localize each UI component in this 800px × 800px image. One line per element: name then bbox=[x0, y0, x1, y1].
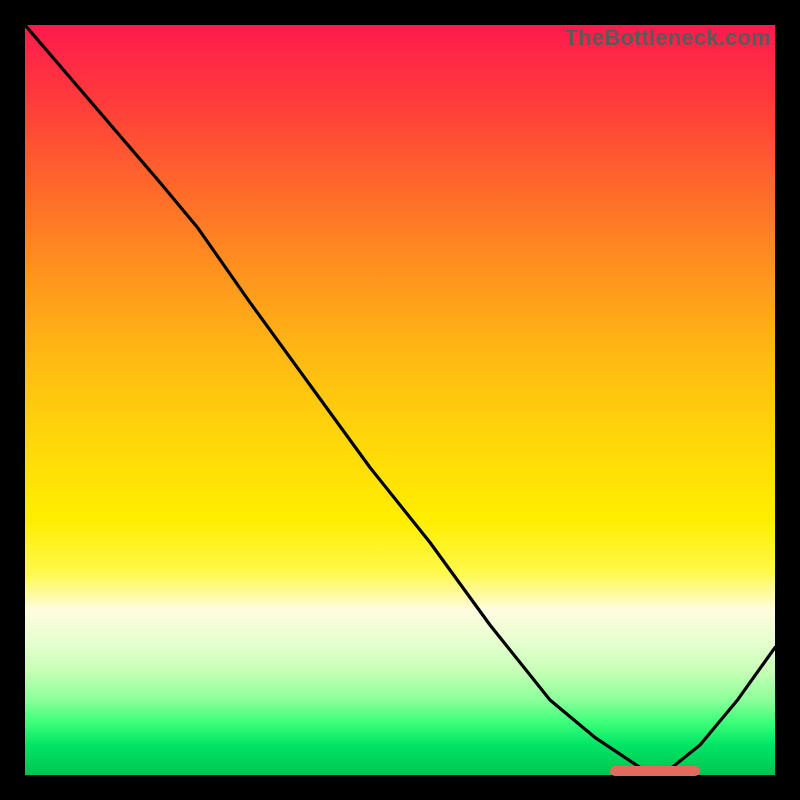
minimum-marker bbox=[610, 766, 700, 776]
plot-area: TheBottleneck.com bbox=[25, 25, 775, 775]
bottleneck-curve bbox=[25, 25, 775, 775]
chart-frame: TheBottleneck.com bbox=[0, 0, 800, 800]
curve-svg bbox=[25, 25, 775, 775]
watermark-text: TheBottleneck.com bbox=[565, 25, 771, 51]
